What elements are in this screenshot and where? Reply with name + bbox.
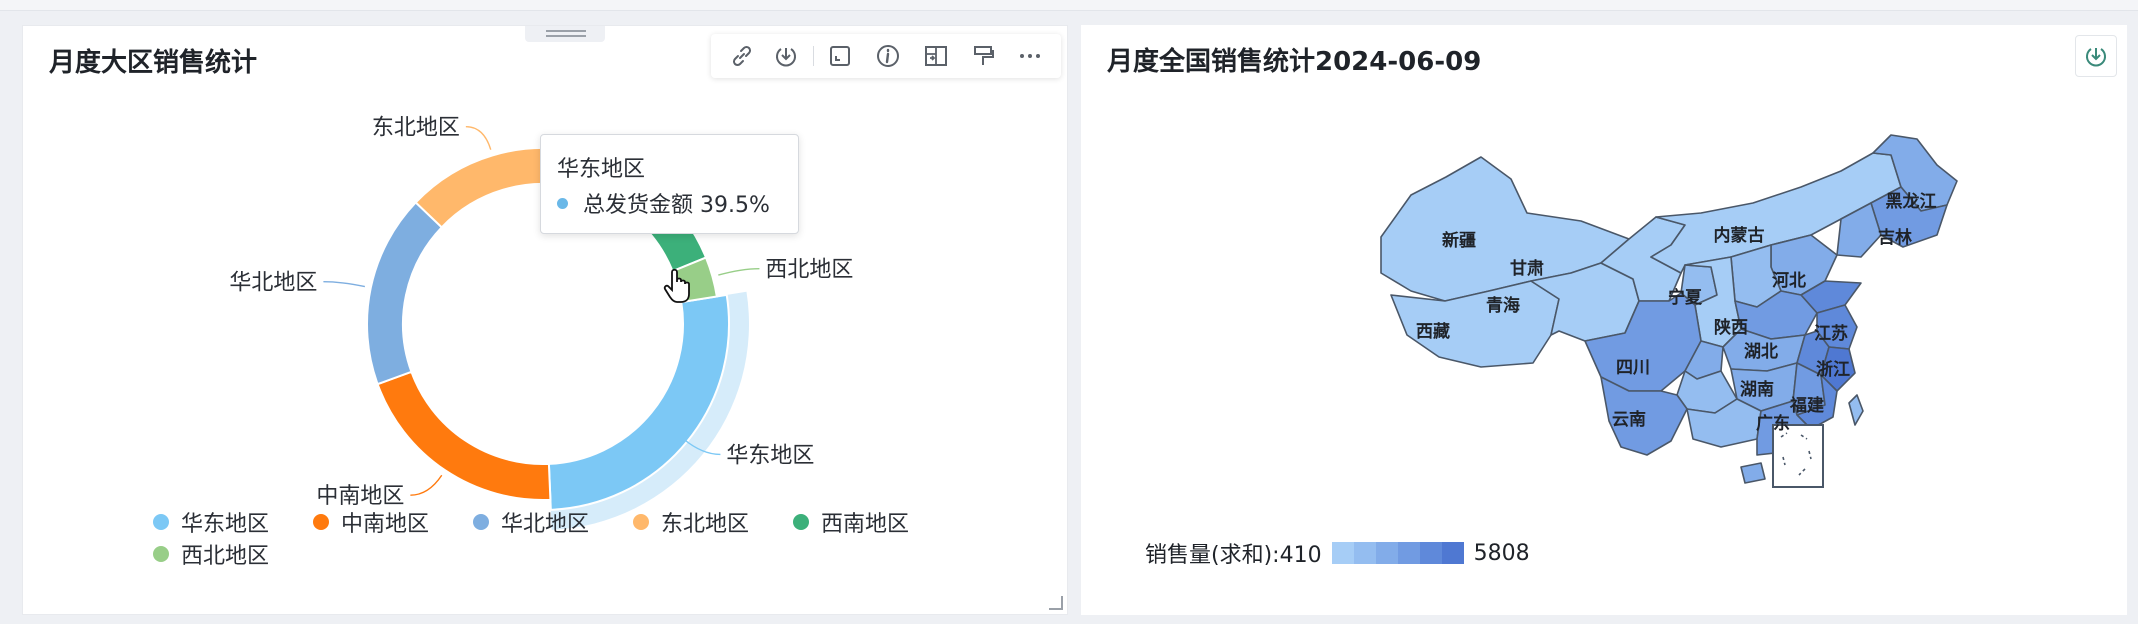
province-label: 四川 (1616, 358, 1650, 378)
province-label: 河北 (1772, 271, 1806, 291)
province-label: 内蒙古 (1714, 225, 1765, 246)
leader-line (410, 474, 443, 496)
legend-label: 中南地区 (341, 512, 430, 537)
legend-swatch (153, 546, 169, 562)
donut-slice[interactable] (547, 293, 730, 511)
slice-label: 华东地区 (726, 443, 814, 468)
legend-max-label: 5808 (1473, 540, 1530, 566)
legend-item[interactable]: 中南地区 (313, 506, 429, 538)
province-label: 吉林 (1878, 227, 1912, 248)
legend-label: 华北地区 (501, 512, 590, 537)
ramp-swatch (1397, 542, 1420, 564)
province-label: 湖南 (1740, 379, 1774, 400)
legend-label: 西南地区 (821, 512, 910, 537)
donut-chart-panel[interactable]: 月度大区销售统计 华东地区中南地区华北地区东北地区西南地区西北地区 华东地区 总… (22, 25, 1068, 615)
slice-label: 东北地区 (372, 116, 460, 141)
province-label: 新疆 (1442, 230, 1476, 251)
leader-line (718, 267, 760, 276)
tooltip-title: 华东地区 (557, 157, 646, 182)
region-taiwan (1848, 394, 1864, 426)
legend-label: 东北地区 (661, 512, 750, 537)
donut-slice[interactable] (376, 370, 552, 501)
province-label: 福建 (1789, 395, 1824, 416)
province-label: 青海 (1486, 295, 1520, 316)
download-button[interactable] (2075, 35, 2117, 77)
map-legend: 销售量(求和):410 5808 (1145, 537, 1530, 569)
resize-handle-icon[interactable] (1049, 596, 1063, 610)
slice-label: 华北地区 (229, 271, 317, 296)
ramp-swatch (1375, 542, 1398, 564)
legend-swatch (313, 514, 329, 530)
hand-cursor-icon (663, 268, 690, 303)
map-chart-panel[interactable]: 月度全国销售统计2024-06-09 新疆 西藏 青海 甘肃 内蒙古 黑龙江 吉… (1081, 25, 2127, 615)
color-ramp (1331, 542, 1464, 564)
legend-swatch (153, 514, 169, 530)
legend-label: 华东地区 (181, 512, 270, 537)
province-label: 甘肃 (1510, 258, 1544, 279)
province-label: 陕西 (1714, 317, 1748, 338)
legend-item[interactable]: 华东地区 (153, 506, 269, 538)
toolbar-divider (813, 46, 814, 66)
drag-handle[interactable] (525, 26, 605, 42)
legend-item[interactable]: 华北地区 (473, 506, 589, 538)
legend-swatch (793, 514, 809, 530)
province-label: 广东 (1756, 413, 1790, 434)
download-icon (2086, 48, 2106, 67)
province-label: 江苏 (1814, 323, 1848, 344)
tooltip-dot (557, 198, 568, 209)
china-map[interactable]: 新疆西藏 青海 甘肃 内蒙古 黑龙江吉林宁夏 河北陕西 江苏四川 湖北浙江湖南云南 福建广东 (1081, 95, 2127, 495)
chart-tooltip: 华东地区 总发货金额 39.5% (540, 134, 799, 234)
south-china-sea-inset (1772, 424, 1824, 488)
legend-item[interactable]: 东北地区 (633, 506, 749, 538)
ramp-swatch (1331, 542, 1354, 564)
ramp-swatch (1441, 542, 1464, 564)
province-label: 湖北 (1744, 342, 1778, 362)
legend-min-label: 销售量(求和):410 (1145, 543, 1322, 568)
province-label: 浙江 (1816, 359, 1850, 380)
slice-label: 西北地区 (765, 258, 853, 283)
province-label: 西藏 (1416, 322, 1450, 342)
legend-item[interactable]: 西南地区 (793, 506, 909, 538)
ramp-swatch (1353, 542, 1376, 564)
tooltip-value: 总发货金额 39.5% (583, 193, 770, 218)
top-strip (0, 0, 2138, 11)
region-hainan (1740, 462, 1766, 484)
leader-line (465, 125, 492, 150)
province-label: 云南 (1612, 409, 1646, 430)
ramp-swatch (1419, 542, 1442, 564)
legend-swatch (633, 514, 649, 530)
province-label: 宁夏 (1668, 287, 1703, 308)
province-label: 黑龙江 (1886, 191, 1937, 212)
donut-slice[interactable] (366, 201, 444, 386)
legend-swatch (473, 514, 489, 530)
panel-title: 月度全国销售统计2024-06-09 (1107, 47, 1482, 77)
leader-line (323, 280, 366, 288)
legend-label: 西北地区 (181, 544, 270, 569)
legend-item[interactable]: 西北地区 (153, 538, 269, 570)
